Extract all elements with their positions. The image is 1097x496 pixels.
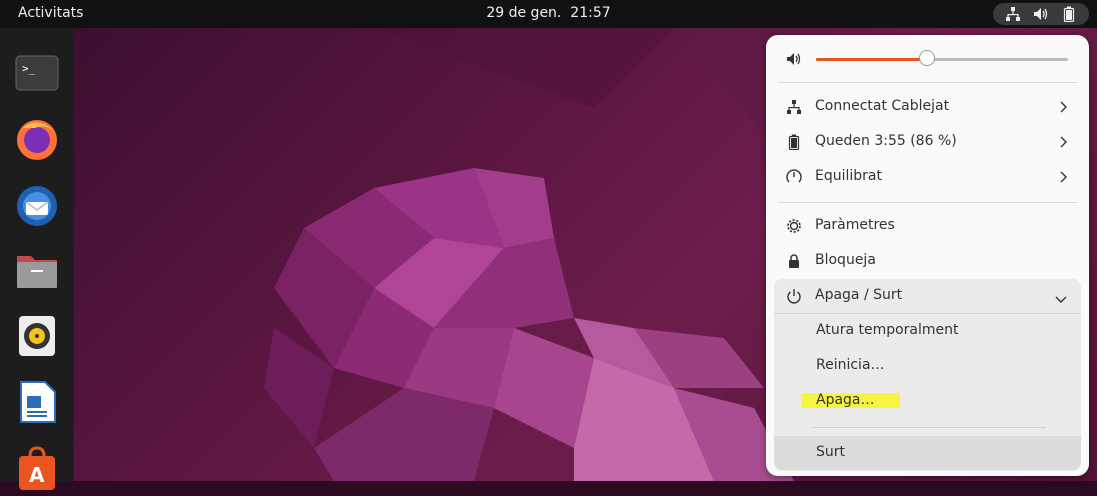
power-off-row[interactable]: Apaga / Surt (774, 279, 1081, 313)
volume-slider[interactable] (816, 50, 1068, 66)
suspend-item[interactable]: Atura temporalment (774, 314, 1081, 348)
lock-label: Bloqueja (815, 252, 876, 268)
power-off-label: Apaga / Surt (815, 287, 903, 303)
separator (778, 202, 1077, 203)
restart-item[interactable]: Reinicia… (774, 349, 1081, 383)
power-off-item[interactable]: Apaga… (774, 384, 1081, 418)
volume-icon (1033, 6, 1049, 22)
suspend-label: Atura temporalment (816, 322, 959, 338)
restart-label: Reinicia… (816, 357, 885, 373)
settings-label: Paràmetres (815, 217, 895, 233)
top-bar: Activitats 29 de gen. 21:57 (0, 0, 1097, 28)
battery-icon (786, 134, 802, 151)
activities-button[interactable]: Activitats (18, 5, 83, 21)
svg-text:>_: >_ (22, 62, 36, 75)
thunderbird-icon[interactable] (13, 180, 61, 228)
separator (812, 427, 1046, 428)
power-profile-label: Equilibrat (815, 168, 882, 184)
log-out-label: Surt (816, 444, 846, 460)
network-row[interactable]: Connectat Cablejat (774, 90, 1081, 124)
volume-slider-handle[interactable] (918, 50, 935, 66)
clock: 29 de gen. 21:57 (0, 5, 1097, 21)
log-out-item[interactable]: Surt (774, 436, 1081, 470)
svg-text:A: A (29, 463, 45, 487)
network-label: Connectat Cablejat (815, 98, 950, 114)
clock-time: 21:57 (570, 5, 611, 21)
power-profile-row[interactable]: Equilibrat (774, 160, 1081, 194)
rhythmbox-icon[interactable] (13, 312, 61, 360)
power-off-submenu: Apaga / Surt Atura temporalment Reinicia… (774, 279, 1081, 471)
chevron-right-icon (1059, 136, 1067, 148)
lock-row[interactable]: Bloqueja (774, 244, 1081, 278)
chevron-right-icon (1059, 101, 1067, 113)
dock: >_ A (0, 28, 74, 490)
power-icon (786, 288, 802, 308)
chevron-down-icon (1055, 292, 1067, 308)
firefox-icon[interactable] (13, 114, 61, 162)
software-center-icon[interactable]: A (13, 444, 61, 492)
lock-icon (786, 253, 802, 269)
power-off-item-label: Apaga… (816, 392, 875, 408)
clock-button[interactable]: 29 de gen. 21:57 (486, 5, 610, 21)
battery-row[interactable]: Queden 3:55 (86 %) (774, 125, 1081, 159)
chevron-right-icon (1059, 171, 1067, 183)
settings-row[interactable]: Paràmetres (774, 209, 1081, 243)
volume-icon (786, 51, 802, 67)
volume-row (774, 42, 1081, 76)
separator (778, 82, 1077, 83)
libreoffice-writer-icon[interactable] (13, 378, 61, 426)
volume-slider-fill (816, 58, 927, 61)
settings-icon (786, 218, 802, 234)
battery-label: Queden 3:55 (86 %) (815, 133, 957, 149)
system-tray-button[interactable] (993, 3, 1089, 25)
terminal-icon[interactable]: >_ (13, 48, 61, 96)
network-wired-icon (786, 99, 802, 115)
files-icon[interactable] (13, 246, 61, 294)
power-profile-icon (786, 169, 802, 185)
battery-icon (1061, 6, 1077, 22)
clock-date: 29 de gen. (486, 5, 562, 21)
system-menu: Connectat Cablejat Queden 3:55 (86 %) Eq… (766, 35, 1089, 476)
network-wired-icon (1005, 6, 1021, 22)
